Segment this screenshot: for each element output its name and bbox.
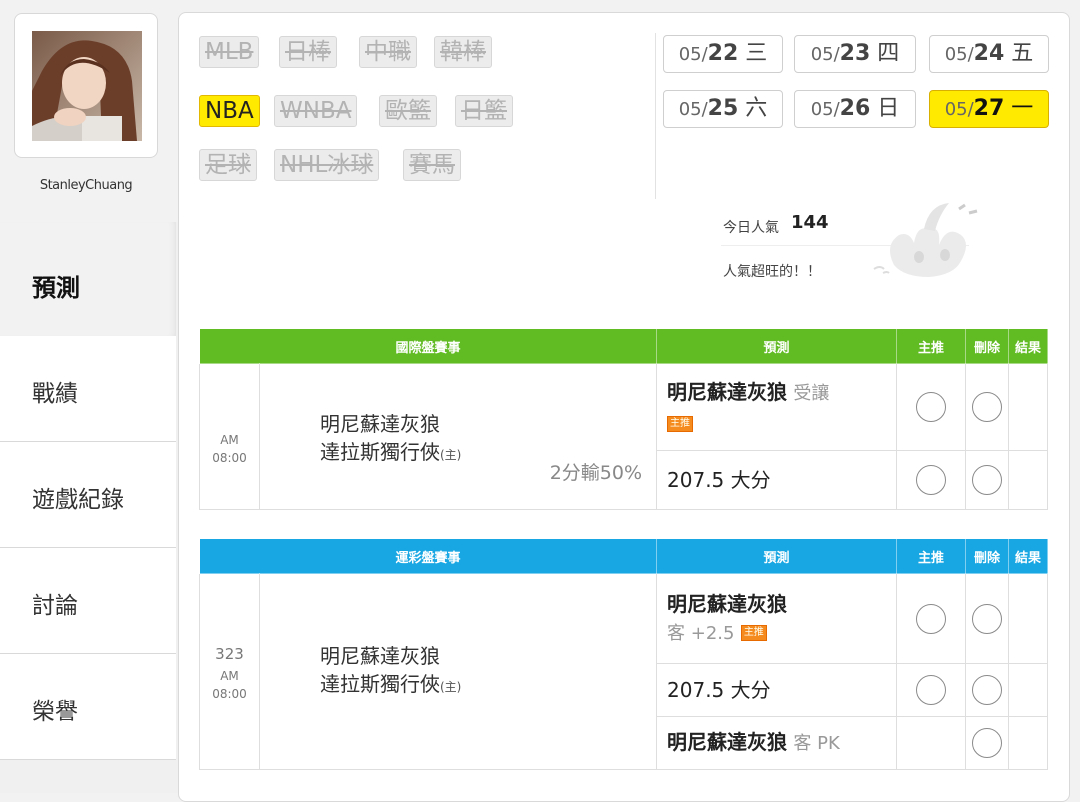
- date-button-0524[interactable]: 05/24 五: [929, 35, 1049, 73]
- sport-tag-kbo[interactable]: 韓棒: [434, 36, 492, 68]
- matchup: 明尼蘇達灰狼 達拉斯獨行俠(主) 2分輸50%: [258, 363, 658, 510]
- avatar[interactable]: [32, 31, 142, 141]
- sport-tag-mlb[interactable]: MLB: [199, 36, 260, 68]
- nav-item-record[interactable]: 戰績: [0, 336, 176, 442]
- sport-tag-nba[interactable]: NBA: [199, 95, 260, 127]
- sidebar: StanleyChuang 預測 戰績 遊戲紀錄 討論 榮譽: [0, 0, 178, 793]
- nav-label: 預測: [32, 274, 80, 302]
- nav-item-game-log[interactable]: 遊戲紀錄: [0, 442, 176, 548]
- featured-badge: 主推: [740, 625, 767, 641]
- date-button-0522[interactable]: 05/22 三: [663, 35, 783, 73]
- prediction-pk[interactable]: 明尼蘇達灰狼 客 PK: [656, 716, 898, 770]
- table-header: 運彩盤賽事 預測 主推 刪除 結果: [198, 538, 1049, 574]
- header-prediction: 預測: [656, 328, 898, 364]
- nav-item-honor[interactable]: 榮譽: [0, 654, 176, 760]
- table-header: 國際盤賽事 預測 主推 刪除 結果: [198, 328, 1049, 364]
- main-panel: MLB 日棒 中職 韓棒 NBA WNBA 歐籃 日籃 足球 NHL冰球 賽馬 …: [178, 12, 1070, 802]
- featured-radio[interactable]: [916, 392, 947, 422]
- home-team: 達拉斯獨行俠(主): [320, 672, 462, 696]
- header-delete: 刪除: [965, 538, 1010, 574]
- result-cell: [1008, 363, 1049, 451]
- header-featured: 主推: [896, 328, 967, 364]
- delete-radio[interactable]: [972, 728, 1003, 758]
- sport-tag-nhl[interactable]: NHL冰球: [274, 149, 380, 181]
- avatar-frame: [14, 13, 158, 158]
- prediction-total[interactable]: 207.5 大分: [656, 663, 898, 717]
- delete-radio[interactable]: [972, 603, 1003, 634]
- featured-cell-empty: [896, 716, 967, 770]
- result-cell: [1008, 716, 1049, 770]
- sport-tag-wnba[interactable]: WNBA: [274, 95, 358, 127]
- away-team: 明尼蘇達灰狼: [320, 644, 440, 668]
- header-delete: 刪除: [965, 328, 1010, 364]
- delete-radio[interactable]: [972, 465, 1003, 495]
- date-button-0526[interactable]: 05/26 日: [794, 90, 916, 128]
- nav-label: 遊戲紀錄: [32, 487, 124, 513]
- delete-radio[interactable]: [972, 392, 1003, 422]
- date-button-0525[interactable]: 05/25 六: [663, 90, 783, 128]
- divider: [655, 33, 656, 199]
- prediction-spread[interactable]: 明尼蘇達灰狼 客 +2.5 主推: [656, 573, 898, 664]
- sport-lottery-table: 運彩盤賽事 預測 主推 刪除 結果 323 AM 08:00 明尼蘇達灰狼 達拉…: [198, 538, 1049, 770]
- sport-tag-euro-basketball[interactable]: 歐籃: [379, 95, 437, 127]
- date-button-0523[interactable]: 05/23 四: [794, 35, 916, 73]
- prediction-spread[interactable]: 明尼蘇達灰狼 受讓 主推: [656, 363, 898, 451]
- featured-radio[interactable]: [916, 675, 947, 705]
- intl-odds-table: 國際盤賽事 預測 主推 刪除 結果 AM 08:00 明尼蘇達灰狼 達拉斯獨行俠…: [198, 328, 1049, 510]
- nav-label: 榮譽: [32, 699, 78, 725]
- sport-tag-npb[interactable]: 日棒: [279, 36, 337, 68]
- date-button-0527[interactable]: 05/27 一: [929, 90, 1049, 128]
- away-team: 明尼蘇達灰狼: [320, 412, 440, 436]
- delete-radio[interactable]: [972, 675, 1003, 705]
- sport-tag-japan-basketball[interactable]: 日籃: [455, 95, 513, 127]
- mascot-icon: [873, 203, 978, 277]
- sport-tag-horse-racing[interactable]: 賽馬: [403, 149, 461, 181]
- nav-item-discussion[interactable]: 討論: [0, 548, 176, 654]
- prediction-total[interactable]: 207.5 大分: [656, 450, 898, 510]
- table-row: AM 08:00 明尼蘇達灰狼 達拉斯獨行俠(主) 2分輸50% 明尼蘇達灰狼 …: [199, 363, 1049, 510]
- profile-card: StanleyChuang: [0, 0, 178, 222]
- popularity-count: 144: [791, 212, 829, 233]
- nav-label: 討論: [32, 593, 78, 619]
- nav-item-predict[interactable]: 預測: [0, 222, 176, 336]
- featured-radio[interactable]: [916, 465, 947, 495]
- sport-tag-soccer[interactable]: 足球: [199, 149, 257, 181]
- header-featured: 主推: [896, 538, 967, 574]
- game-time: AM 08:00: [199, 363, 260, 510]
- header-result: 結果: [1008, 328, 1049, 364]
- header-prediction: 預測: [656, 538, 898, 574]
- featured-radio[interactable]: [916, 603, 947, 634]
- header-event: 運彩盤賽事: [198, 538, 658, 574]
- result-cell: [1008, 663, 1049, 717]
- table-row: 323 AM 08:00 明尼蘇達灰狼 達拉斯獨行俠(主) 明尼蘇達灰狼 客 +…: [199, 573, 1049, 770]
- game-number: 323: [215, 644, 244, 663]
- featured-badge: 主推: [667, 415, 694, 432]
- handicap-line: 2分輸50%: [549, 462, 643, 484]
- popularity-note: 人氣超旺的！！: [723, 264, 821, 280]
- sport-tag-cpbl[interactable]: 中職: [359, 36, 417, 68]
- matchup: 明尼蘇達灰狼 達拉斯獨行俠(主): [258, 573, 658, 770]
- username: StanleyChuang: [39, 178, 133, 193]
- popularity-label: 今日人氣: [723, 220, 779, 236]
- result-cell: [1008, 573, 1049, 664]
- result-cell: [1008, 450, 1049, 510]
- nav-label: 戰績: [32, 381, 78, 407]
- header-result: 結果: [1008, 538, 1049, 574]
- game-time: 323 AM 08:00: [199, 573, 260, 770]
- header-event: 國際盤賽事: [198, 328, 658, 364]
